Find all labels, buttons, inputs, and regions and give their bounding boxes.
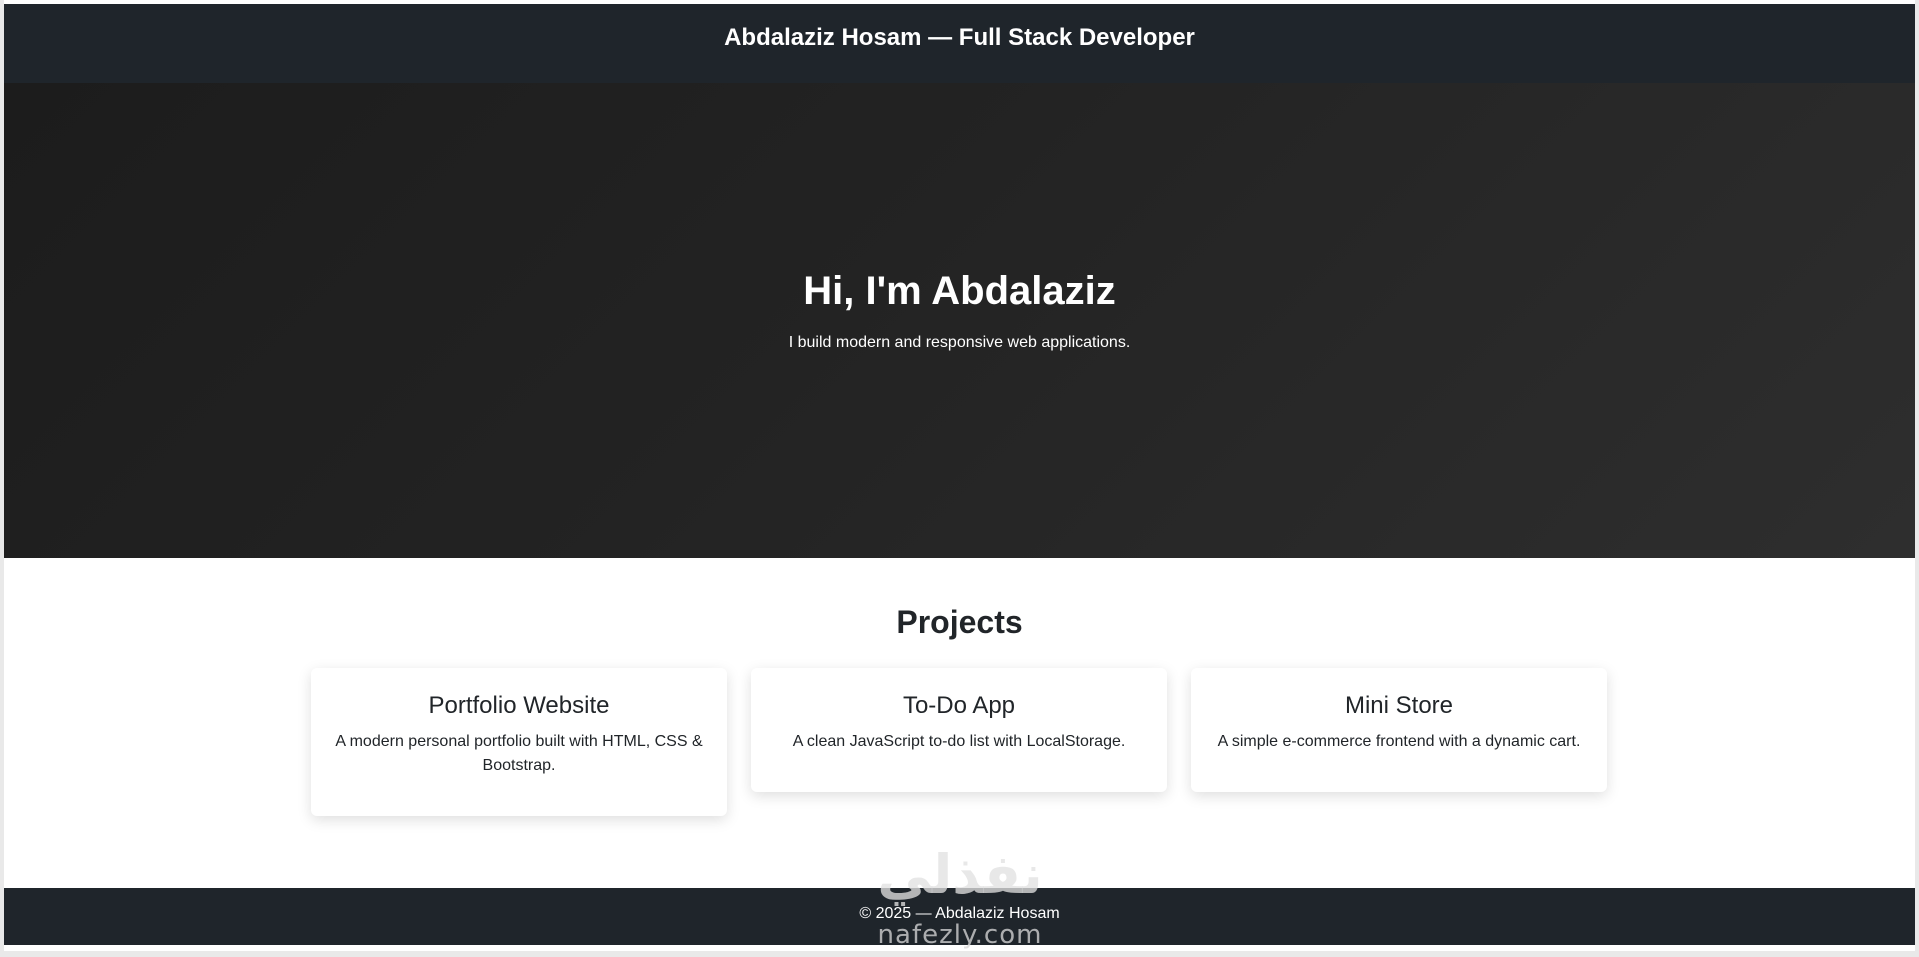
hero-section: Hi, I'm Abdalaziz I build modern and res… (4, 83, 1915, 558)
project-card-title: Portfolio Website (428, 692, 610, 719)
project-card-todo: To-Do App A clean JavaScript to-do list … (751, 668, 1167, 792)
project-card-description: A clean JavaScript to-do list with Local… (792, 733, 1126, 750)
projects-title: Projects (896, 604, 1023, 640)
projects-section: Projects Portfolio Website A modern pers… (4, 558, 1915, 888)
project-card-description: A modern personal portfolio built with H… (335, 733, 703, 774)
project-cards: Portfolio Website A modern personal port… (311, 668, 1611, 816)
footer-copyright: © 2025 — Abdalaziz Hosam (859, 905, 1060, 922)
site-title: Abdalaziz Hosam — Full Stack Developer (724, 23, 1195, 51)
hero-subtitle: I build modern and responsive web applic… (788, 334, 1131, 351)
project-card-portfolio: Portfolio Website A modern personal port… (311, 668, 727, 816)
project-card-description: A simple e-commerce frontend with a dyna… (1217, 733, 1581, 750)
project-card-title: To-Do App (902, 692, 1016, 719)
project-card-title: Mini Store (1344, 692, 1454, 719)
site-footer: © 2025 — Abdalaziz Hosam (4, 888, 1915, 945)
project-card-mini-store: Mini Store A simple e-commerce frontend … (1191, 668, 1607, 792)
browser-frame: Abdalaziz Hosam — Full Stack Developer H… (0, 0, 1919, 957)
hero-title: Hi, I'm Abdalaziz (803, 269, 1116, 313)
page: Abdalaziz Hosam — Full Stack Developer H… (4, 0, 1915, 951)
site-header: Abdalaziz Hosam — Full Stack Developer (4, 4, 1915, 83)
